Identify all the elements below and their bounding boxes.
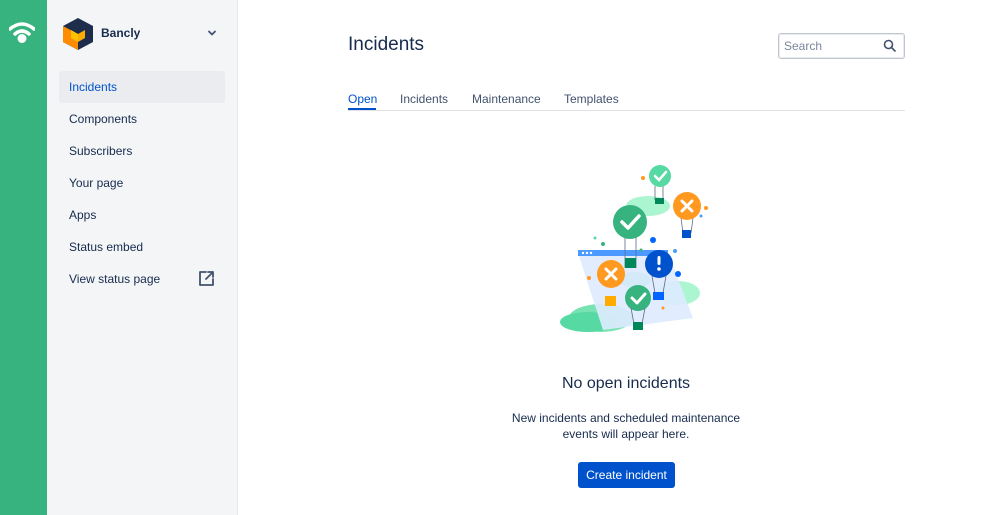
tab-incidents[interactable]: Incidents (400, 92, 448, 106)
sidebar-item-label: Subscribers (69, 144, 133, 158)
external-link-icon (199, 271, 214, 286)
sidebar-item-components[interactable]: Components (59, 103, 225, 135)
bancly-logo-icon (63, 18, 93, 50)
active-tab-indicator (348, 108, 376, 110)
main-content: Incidents Open Incidents Maintenance Tem… (238, 0, 998, 515)
search-box[interactable] (778, 33, 905, 59)
create-incident-button[interactable]: Create incident (578, 462, 675, 488)
sidebar-item-label: Status embed (69, 240, 144, 254)
sidebar-item-your-page[interactable]: Your page (59, 167, 225, 199)
chevron-down-icon[interactable] (207, 28, 217, 38)
page-title: Incidents (348, 34, 425, 55)
sidebar-nav: Incidents Components Subscribers Your pa… (59, 71, 225, 295)
sidebar-item-status-embed[interactable]: Status embed (59, 231, 225, 263)
empty-state-description-line: New incidents and scheduled maintenance (511, 411, 741, 425)
search-input[interactable] (784, 37, 874, 55)
project-switcher[interactable]: Bancly (61, 16, 221, 52)
sidebar-item-apps[interactable]: Apps (59, 199, 225, 231)
sidebar-item-label: Components (69, 112, 138, 126)
sidebar-item-label: View status page (69, 272, 161, 286)
project-name: Bancly (101, 26, 141, 40)
sidebar-item-view-status-page[interactable]: View status page (59, 263, 225, 295)
app-rail (0, 0, 47, 515)
tab-maintenance[interactable]: Maintenance (472, 92, 541, 106)
empty-state-title: No open incidents (561, 375, 691, 392)
sidebar-item-subscribers[interactable]: Subscribers (59, 135, 225, 167)
sidebar-item-label: Apps (69, 208, 97, 222)
tab-templates[interactable]: Templates (564, 92, 619, 106)
tab-bar: Open Incidents Maintenance Templates (348, 84, 905, 111)
sidebar-item-incidents[interactable]: Incidents (59, 71, 225, 103)
sidebar: Bancly Incidents Components Subscribers … (47, 0, 238, 515)
empty-state-description: New incidents and scheduled maintenance … (238, 410, 998, 442)
empty-state-description-line: events will appear here. (562, 427, 690, 441)
tab-open[interactable]: Open (348, 92, 377, 106)
search-icon[interactable] (883, 39, 896, 52)
hot-air-balloons-illustration (560, 165, 708, 332)
statuspage-logo-icon[interactable] (9, 22, 35, 44)
sidebar-item-label: Incidents (69, 80, 118, 94)
sidebar-item-label: Your page (69, 176, 124, 190)
